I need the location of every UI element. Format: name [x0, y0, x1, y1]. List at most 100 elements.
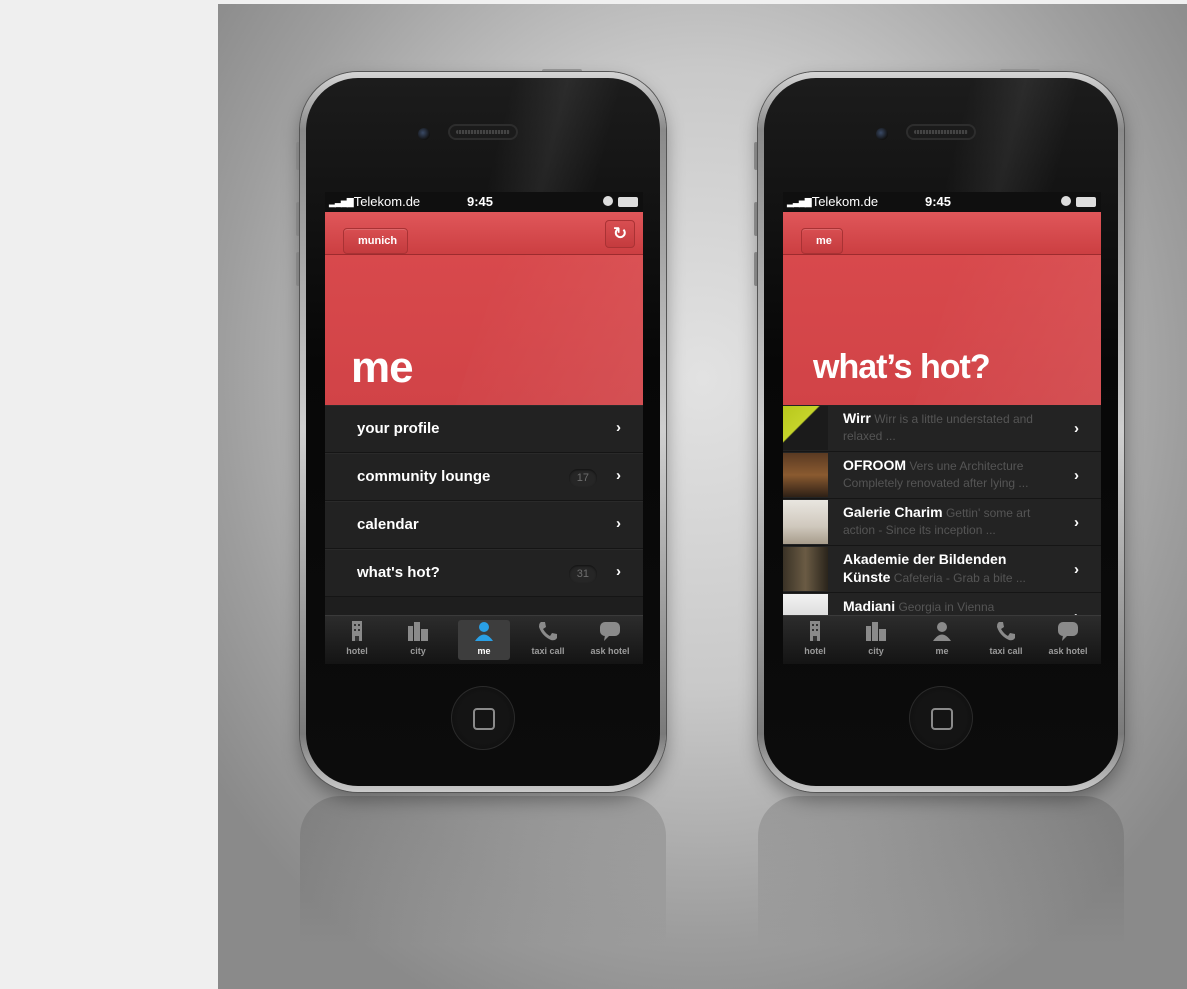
- tab-label: taxi call: [989, 646, 1023, 656]
- menu-item-your-profile[interactable]: your profile ›: [325, 405, 643, 453]
- person-icon: [473, 620, 495, 642]
- menu-item-calendar[interactable]: calendar ›: [325, 501, 643, 549]
- home-button[interactable]: [909, 686, 973, 750]
- count-badge: 31: [568, 565, 597, 583]
- tab-taxi-call[interactable]: taxi call: [980, 620, 1032, 660]
- tab-taxi-call[interactable]: taxi call: [522, 620, 574, 660]
- page-title: what’s hot?: [813, 348, 991, 386]
- hero-banner: me: [325, 255, 643, 405]
- front-camera-icon: [418, 128, 430, 140]
- nav-bar: me: [783, 212, 1101, 255]
- venue-thumbnail: [783, 406, 828, 450]
- venue-name: Wirr: [843, 410, 871, 426]
- venue-description: Cafeteria - Grab a bite ...: [893, 571, 1026, 585]
- list-item[interactable]: Galerie Charim Gettin' some art action -…: [783, 499, 1101, 546]
- home-square-icon: [931, 708, 953, 730]
- hotel-icon: [346, 620, 368, 642]
- status-bar: ▂▃▅▇Telekom.de 9:45: [325, 192, 643, 212]
- left-blank-panel: [0, 0, 218, 989]
- earpiece-speaker: [906, 124, 976, 140]
- tab-label: me: [477, 646, 491, 656]
- battery-icon: [1076, 197, 1096, 207]
- page-title: me: [351, 343, 414, 392]
- venue-name: OFROOM: [843, 457, 906, 473]
- venue-thumbnail: [783, 453, 828, 497]
- presentation-stage: ▂▃▅▇Telekom.de 9:45 munich ↻ me your pro…: [218, 4, 1187, 989]
- menu-item-community-lounge[interactable]: community lounge 17 ›: [325, 453, 643, 501]
- count-badge: 17: [568, 469, 597, 487]
- menu-item-label: calendar: [357, 516, 419, 533]
- person-icon: [931, 620, 953, 642]
- front-camera-icon: [876, 128, 888, 140]
- tab-label: city: [410, 646, 426, 656]
- battery-icon: [618, 197, 638, 207]
- tab-label: ask hotel: [590, 646, 630, 656]
- nav-bar: munich ↻: [325, 212, 643, 255]
- tab-label: hotel: [346, 646, 368, 656]
- menu-item-label: your profile: [357, 420, 440, 437]
- carrier-label: ▂▃▅▇Telekom.de: [329, 194, 420, 209]
- app-screen: ▂▃▅▇Telekom.de 9:45 munich ↻ me your pro…: [325, 192, 643, 664]
- status-time: 9:45: [467, 194, 494, 209]
- tab-label: ask hotel: [1048, 646, 1088, 656]
- phone-reflection: [300, 796, 666, 946]
- tab-ask-hotel[interactable]: ask hotel: [584, 620, 636, 660]
- status-time: 9:45: [925, 194, 952, 209]
- home-button[interactable]: [451, 686, 515, 750]
- signal-bars-icon: ▂▃▅▇: [787, 197, 812, 207]
- tab-hotel[interactable]: hotel: [789, 620, 841, 660]
- menu-item-whats-hot[interactable]: what's hot? 31 ›: [325, 549, 643, 597]
- alarm-clock-icon: [603, 196, 613, 206]
- chevron-right-icon: ›: [616, 563, 621, 580]
- venue-name: Madiani: [843, 598, 896, 614]
- venue-name: Galerie Charim: [843, 504, 943, 520]
- chevron-right-icon: ›: [616, 467, 621, 484]
- alarm-clock-icon: [1061, 196, 1071, 206]
- carrier-label: ▂▃▅▇Telekom.de: [787, 194, 878, 209]
- tab-ask-hotel[interactable]: ask hotel: [1042, 620, 1094, 660]
- chevron-right-icon: ›: [1074, 467, 1079, 484]
- tab-me[interactable]: me: [458, 620, 510, 660]
- chat-bubble-icon: [599, 620, 621, 642]
- tab-me[interactable]: me: [916, 620, 968, 660]
- phone-icon: [537, 620, 559, 642]
- phone-reflection: [758, 796, 1124, 946]
- venue-thumbnail: [783, 547, 828, 591]
- back-button-me[interactable]: me: [801, 228, 843, 254]
- venue-thumbnail: [783, 500, 828, 544]
- tab-city[interactable]: city: [392, 620, 444, 660]
- refresh-button[interactable]: ↻: [605, 220, 635, 248]
- list-item[interactable]: OFROOM Vers une Architecture Completely …: [783, 452, 1101, 499]
- signal-bars-icon: ▂▃▅▇: [329, 197, 354, 207]
- list-item[interactable]: Akademie der Bildenden Künste Cafeteria …: [783, 546, 1101, 593]
- status-bar: ▂▃▅▇Telekom.de 9:45: [783, 192, 1101, 212]
- tab-bar: hotel city me taxi call ask hotel: [325, 615, 643, 664]
- phone-icon: [995, 620, 1017, 642]
- chevron-right-icon: ›: [1074, 561, 1079, 578]
- phone-whats-hot-screen: ▂▃▅▇Telekom.de 9:45 me what’s hot? Wirr …: [754, 69, 1124, 792]
- list-item[interactable]: Wirr Wirr is a little understated and re…: [783, 405, 1101, 452]
- chevron-right-icon: ›: [616, 515, 621, 532]
- tab-bar: hotel city me taxi call ask hotel: [783, 615, 1101, 664]
- tab-label: hotel: [804, 646, 826, 656]
- chevron-right-icon: ›: [616, 419, 621, 436]
- hero-banner: what’s hot?: [783, 255, 1101, 405]
- city-icon: [407, 620, 429, 642]
- tab-label: city: [868, 646, 884, 656]
- city-icon: [865, 620, 887, 642]
- carrier-name: Telekom.de: [811, 194, 879, 209]
- chevron-right-icon: ›: [1074, 420, 1079, 437]
- menu-item-label: what's hot?: [357, 564, 440, 581]
- app-screen: ▂▃▅▇Telekom.de 9:45 me what’s hot? Wirr …: [783, 192, 1101, 664]
- tab-city[interactable]: city: [850, 620, 902, 660]
- phone-me-screen: ▂▃▅▇Telekom.de 9:45 munich ↻ me your pro…: [296, 69, 666, 792]
- chat-bubble-icon: [1057, 620, 1079, 642]
- earpiece-speaker: [448, 124, 518, 140]
- tab-label: taxi call: [531, 646, 565, 656]
- tab-label: me: [935, 646, 949, 656]
- venue-description: Wirr is a little understated and relaxed…: [843, 412, 1033, 443]
- tab-hotel[interactable]: hotel: [331, 620, 383, 660]
- home-square-icon: [473, 708, 495, 730]
- menu-item-label: community lounge: [357, 468, 491, 485]
- back-button-munich[interactable]: munich: [343, 228, 409, 254]
